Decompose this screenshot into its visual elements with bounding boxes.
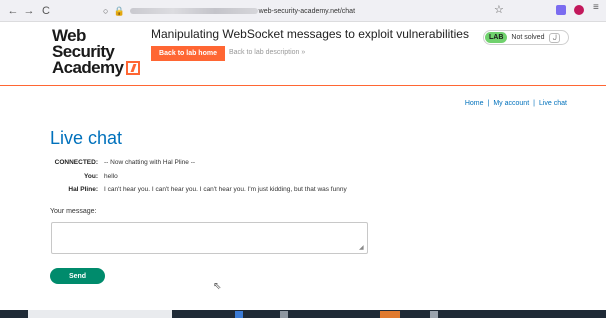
- bookmark-star-icon[interactable]: ☆: [494, 3, 504, 16]
- lab-title: Manipulating WebSocket messages to explo…: [151, 27, 469, 41]
- nav-live-chat-link[interactable]: Live chat: [539, 100, 567, 107]
- lock-icon: 🔒: [113, 5, 125, 16]
- academy-logo[interactable]: Web Security Academy: [52, 26, 142, 77]
- nav-separator: |: [533, 100, 535, 107]
- logo-line2: Academy: [52, 58, 124, 77]
- chat-sender: CONNECTED:: [54, 159, 98, 166]
- browser-toolbar: ← → C ○ 🔒 web-security-academy.net/chat …: [0, 0, 606, 22]
- chat-text: -- Now chatting with Hal Pline --: [104, 159, 196, 166]
- taskbar-app-icon[interactable]: [280, 311, 288, 318]
- nav-my-account-link[interactable]: My account: [493, 100, 529, 107]
- extension-icon[interactable]: [556, 5, 566, 15]
- menu-icon[interactable]: ≡: [593, 2, 599, 13]
- chat-message: Hal Pline: I can't hear you. I can't hea…: [50, 186, 347, 193]
- taskbar-app-icon[interactable]: [380, 311, 400, 318]
- forward-icon[interactable]: →: [22, 4, 36, 18]
- back-to-lab-description-link[interactable]: Back to lab description »: [229, 49, 305, 56]
- chat-text: I can't hear you. I can't hear you. I ca…: [104, 186, 347, 193]
- lab-badge: LAB: [485, 32, 508, 43]
- shield-icon: ○: [103, 6, 109, 16]
- header-divider: [0, 85, 606, 86]
- chat-message: You: hello: [50, 173, 118, 180]
- chat-sender: Hal Pline:: [68, 186, 98, 193]
- chat-text: hello: [104, 173, 118, 180]
- back-icon[interactable]: ←: [6, 4, 20, 18]
- reload-icon[interactable]: C: [39, 4, 53, 18]
- logo-bolt-icon: [126, 61, 141, 75]
- top-nav: Home | My account | Live chat: [465, 100, 567, 107]
- lab-status-text: Not solved: [511, 34, 545, 41]
- back-to-lab-home-button[interactable]: Back to lab home: [151, 46, 225, 61]
- chat-sender: You:: [84, 173, 98, 180]
- send-button[interactable]: Send: [50, 268, 105, 284]
- taskbar-search[interactable]: [28, 310, 172, 318]
- chat-message: CONNECTED: -- Now chatting with Hal Plin…: [50, 159, 195, 166]
- nav-home-link[interactable]: Home: [465, 100, 484, 107]
- message-label: Your message:: [50, 208, 97, 215]
- taskbar-app-icon[interactable]: [430, 311, 438, 318]
- resize-handle-icon[interactable]: ◢: [359, 245, 604, 317]
- extension-icon[interactable]: [574, 5, 584, 15]
- lab-status-widget: LAB Not solved ل: [483, 30, 569, 45]
- taskbar-app-icon[interactable]: [235, 311, 243, 318]
- address-bar[interactable]: ○ 🔒 web-security-academy.net/chat: [103, 3, 583, 19]
- logo-line1: Web Security: [52, 26, 115, 61]
- mouse-cursor-icon: ⇖: [213, 281, 222, 292]
- url-text: web-security-academy.net/chat: [258, 7, 356, 15]
- message-input[interactable]: [51, 222, 368, 254]
- page-title: Live chat: [50, 128, 123, 148]
- flask-icon: ل: [549, 32, 560, 43]
- nav-separator: |: [487, 100, 490, 107]
- url-redacted: [129, 8, 258, 14]
